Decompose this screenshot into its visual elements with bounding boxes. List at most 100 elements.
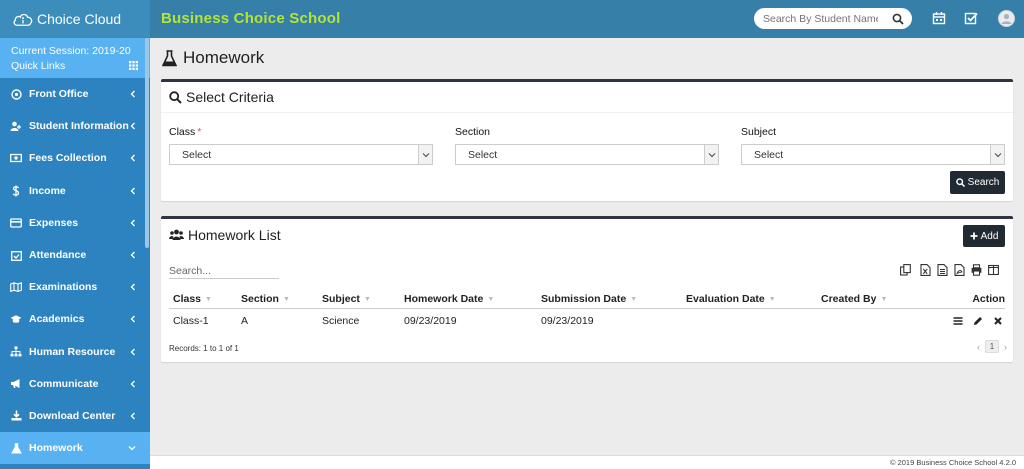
column-header-action: Action: [937, 290, 1005, 309]
table-row: Class-1 A Science 09/23/2019 09/23/2019: [169, 308, 1005, 333]
chevron-left-icon: [130, 187, 135, 195]
pagination: ‹ 1 ›: [977, 340, 1007, 353]
sort-icon: ▼: [363, 295, 371, 303]
cell-homework-date: 09/23/2019: [404, 314, 457, 327]
sidebar-item-academics[interactable]: Academics: [0, 303, 150, 335]
copy-icon[interactable]: [900, 264, 911, 276]
app-logo[interactable]: Choice Cloud: [0, 0, 150, 38]
select-criteria-title: Select Criteria: [186, 89, 274, 105]
chevron-left-icon: [130, 412, 135, 420]
column-header-homework-date[interactable]: Homework Date ▼: [400, 290, 537, 309]
student-search: [754, 8, 912, 29]
sidebar-item-label: Attendance: [29, 249, 87, 262]
sidebar-item-communicate[interactable]: Communicate: [0, 368, 150, 400]
logo-text: Choice Cloud: [37, 11, 122, 27]
sidebar-item-label: Student Information: [29, 120, 129, 133]
csv-icon[interactable]: [937, 264, 948, 276]
column-header-subject[interactable]: Subject ▼: [318, 290, 400, 309]
cell-submission-date: 09/23/2019: [541, 314, 594, 327]
cell-class: Class-1: [173, 314, 209, 327]
column-header-submission-date[interactable]: Submission Date ▼: [537, 290, 682, 309]
sidebar-item-download-center[interactable]: Download Center: [0, 400, 150, 432]
sidebar-item-homework[interactable]: Homework: [0, 432, 150, 465]
sort-icon: ▼: [768, 295, 776, 303]
sitemap-icon: [10, 346, 22, 358]
select-criteria-header: Select Criteria: [161, 82, 1013, 113]
calendar-check-icon: [10, 249, 22, 261]
user-plus-icon: [10, 120, 22, 132]
sidebar-scrollbar[interactable]: [145, 38, 149, 248]
school-name: Business Choice School: [161, 10, 341, 27]
search-icon[interactable]: [892, 13, 904, 25]
search-icon: [169, 90, 182, 104]
required-mark: *: [197, 126, 202, 138]
sidebar-item-income[interactable]: Income: [0, 175, 150, 207]
sidebar-item-fees-collection[interactable]: Fees Collection: [0, 142, 150, 174]
download-icon: [10, 410, 22, 422]
page-title-text: Homework: [183, 48, 265, 67]
chevron-left-icon: [130, 219, 135, 227]
chevron-left-icon: [130, 380, 135, 388]
chevron-left-icon: [130, 348, 135, 355]
sidebar: Current Session: 2019-20 Quick Links Fro…: [0, 38, 150, 469]
flask-icon: [10, 442, 22, 454]
sidebar-item-front-office[interactable]: Front Office: [0, 78, 150, 110]
user-icon: [1001, 13, 1012, 24]
cell-subject: Science: [322, 314, 360, 327]
print-icon[interactable]: [971, 264, 982, 276]
next-page-icon[interactable]: ›: [1004, 342, 1007, 352]
sidebar-item-label: Income: [29, 184, 66, 197]
chevron-down-icon: [990, 145, 1004, 164]
student-search-input[interactable]: [754, 8, 878, 29]
sort-icon: ▼: [880, 295, 888, 303]
footer: © 2019 Business Choice School 4.2.0: [150, 455, 1024, 469]
column-header-section[interactable]: Section ▼: [237, 290, 318, 309]
column-header-class[interactable]: Class ▼: [169, 290, 237, 309]
homework-list-header: Homework List: [161, 219, 1013, 250]
columns-icon[interactable]: [988, 264, 999, 276]
sidebar-item-label: Examinations: [29, 281, 98, 294]
section-select[interactable]: Select: [455, 144, 719, 165]
chevron-left-icon: [130, 283, 135, 291]
bullhorn-icon: [10, 378, 22, 390]
sidebar-item-expenses[interactable]: Expenses: [0, 207, 150, 239]
column-header-created-by[interactable]: Created By ▼: [817, 290, 937, 309]
calendar-icon[interactable]: [932, 11, 946, 25]
flask-icon: [162, 49, 177, 66]
column-header-evaluation-date[interactable]: Evaluation Date ▼: [682, 290, 817, 309]
prev-page-icon[interactable]: ‹: [977, 342, 980, 352]
sidebar-item-label: Download Center: [29, 409, 116, 422]
chevron-left-icon: [130, 251, 135, 259]
class-label: Class *: [169, 126, 202, 138]
delete-icon[interactable]: [993, 316, 1003, 326]
task-check-icon[interactable]: [964, 11, 978, 25]
list-icon[interactable]: [953, 316, 963, 326]
sort-icon: ▼: [630, 295, 638, 303]
page-number[interactable]: 1: [985, 340, 999, 353]
sidebar-item-student-information[interactable]: Student Information: [0, 110, 150, 142]
sidebar-item-human-resource[interactable]: Human Resource: [0, 336, 150, 368]
homework-list-panel: Homework List Add Class▼ Section▼ Subjec…: [161, 216, 1013, 362]
excel-icon[interactable]: [920, 264, 931, 276]
sidebar-item-label: Communicate: [29, 377, 99, 390]
search-icon: [955, 178, 965, 187]
pdf-icon[interactable]: [954, 264, 965, 276]
chevron-left-icon: [130, 154, 135, 162]
chevron-down-icon: [704, 145, 718, 164]
graduation-cap-icon: [10, 313, 22, 325]
subject-select[interactable]: Select: [741, 144, 1005, 165]
chevron-left-icon: [130, 315, 135, 323]
sort-icon: ▼: [282, 295, 290, 303]
sidebar-item-label: Human Resource: [29, 345, 116, 358]
class-select[interactable]: Select: [169, 144, 433, 165]
table-search-input[interactable]: [169, 263, 279, 279]
grid-icon[interactable]: [129, 61, 138, 70]
sort-icon: ▼: [205, 295, 212, 303]
class-field: Class * Select: [169, 126, 433, 165]
add-homework-button[interactable]: Add: [963, 225, 1005, 247]
edit-icon[interactable]: [973, 316, 983, 326]
sidebar-item-examinations[interactable]: Examinations: [0, 271, 150, 303]
sidebar-item-attendance[interactable]: Attendance: [0, 239, 150, 271]
user-avatar[interactable]: [998, 10, 1015, 27]
search-button[interactable]: Search: [950, 171, 1005, 194]
